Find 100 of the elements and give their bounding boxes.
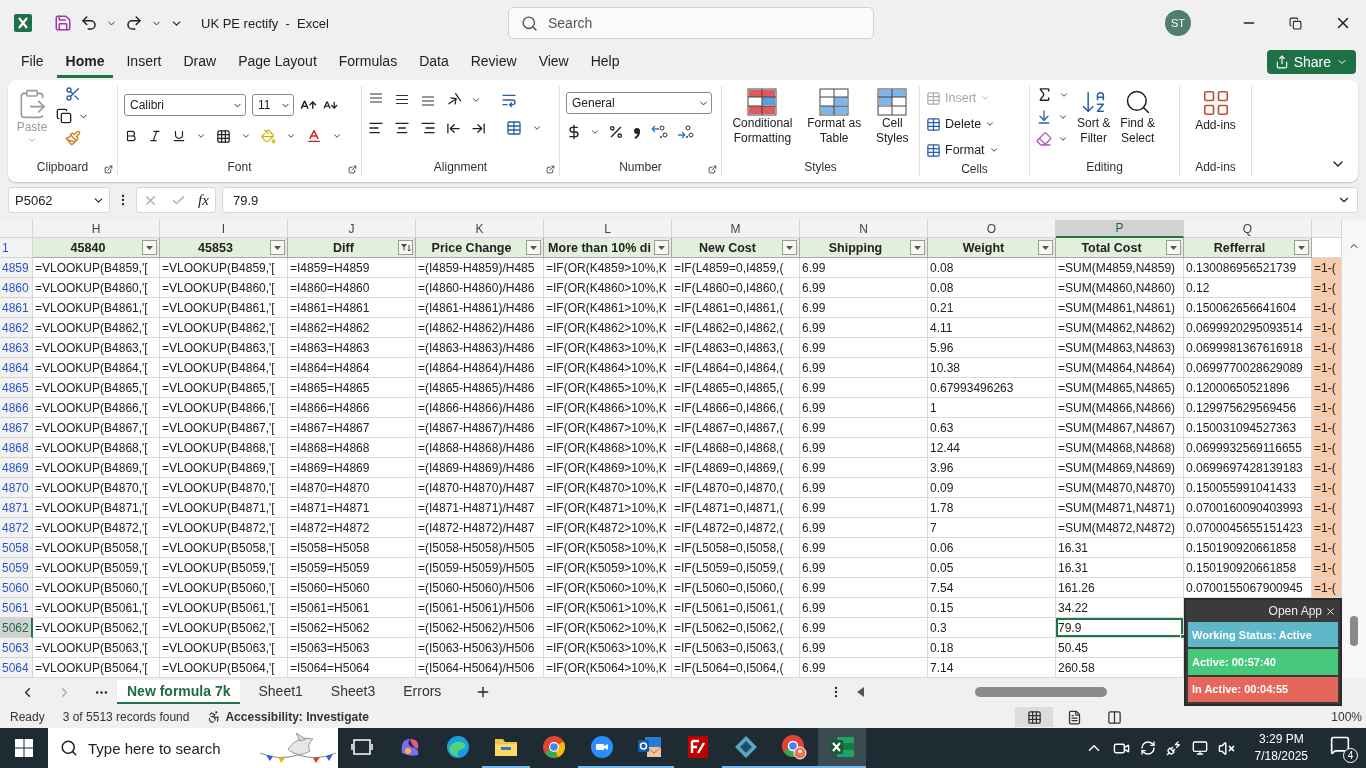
table-cell[interactable]: =VLOOKUP(B4866,'[ (33, 398, 160, 418)
table-cell[interactable]: 6.99 (800, 418, 928, 438)
table-cell[interactable]: =(I5064-H5064)/H506 (416, 658, 544, 678)
mute-icon[interactable] (1217, 739, 1235, 757)
italic-icon[interactable] (148, 129, 162, 143)
table-cell[interactable]: =VLOOKUP(B5058,'[ (160, 538, 288, 558)
table-cell[interactable]: =I4872=H4872 (288, 518, 416, 538)
table-cell[interactable]: =SUM(M4860,N4860) (1056, 278, 1184, 298)
sync-icon[interactable] (1139, 740, 1156, 756)
table-cell[interactable]: =I5063=H5063 (288, 638, 416, 658)
menu-tab[interactable]: Data (410, 46, 458, 78)
row-header[interactable]: 4872 (0, 518, 33, 538)
table-cell[interactable]: =SUM(M4867,N4867) (1056, 418, 1184, 438)
table-cell[interactable]: =VLOOKUP(B4863,'[ (160, 338, 288, 358)
table-cell[interactable]: =VLOOKUP(B4865,'[ (33, 378, 160, 398)
table-cell[interactable]: 0.12 (1184, 278, 1312, 298)
table-cell[interactable]: 6.99 (800, 438, 928, 458)
table-cell[interactable]: 6.99 (800, 618, 928, 638)
table-cell[interactable]: 0.0700045655151423 (1184, 518, 1312, 538)
wrap-text-icon[interactable] (501, 92, 517, 108)
table-cell[interactable]: =VLOOKUP(B4860,'[ (33, 278, 160, 298)
insert-function-button[interactable]: fx (197, 191, 209, 209)
column-header[interactable]: I (160, 220, 288, 238)
table-cell[interactable]: =IF(OR(K4861>10%,K (544, 298, 672, 318)
table-cell[interactable]: =IF(OR(K5060>10%,K (544, 578, 672, 598)
table-cell[interactable]: =1-( (1312, 538, 1342, 558)
editing-button[interactable]: Find & Select (1118, 86, 1158, 148)
task-view-icon[interactable] (351, 737, 373, 757)
table-cell[interactable]: 6.99 (800, 478, 928, 498)
row-header[interactable]: 4871 (0, 498, 33, 518)
table-cell[interactable]: =IF(L4860=0,I4860,( (672, 278, 800, 298)
table-cell[interactable]: 0.0700155067900945 (1184, 578, 1312, 598)
add-ins-button[interactable]: Add-ins (1193, 86, 1238, 135)
table-cell[interactable]: 0.12000650521896 (1184, 378, 1312, 398)
table-cell[interactable]: =VLOOKUP(B4865,'[ (160, 378, 288, 398)
table-cell[interactable]: 6.99 (800, 658, 928, 678)
table-cell[interactable]: =(I4864-H4864)/H486 (416, 358, 544, 378)
menu-tab[interactable]: Review (461, 46, 526, 78)
table-cell[interactable]: =VLOOKUP(B4864,'[ (160, 358, 288, 378)
number-format-field[interactable]: General (566, 92, 712, 114)
spreadsheet-app-icon[interactable] (829, 735, 855, 759)
table-cell[interactable]: =IF(OR(K4865>10%,K (544, 378, 672, 398)
normal-view-button[interactable] (1015, 707, 1054, 727)
table-cell[interactable]: =(I5058-H5058)/H505 (416, 538, 544, 558)
table-cell[interactable]: =VLOOKUP(B5063,'[ (33, 638, 160, 658)
table-cell[interactable]: =VLOOKUP(B5059,'[ (160, 558, 288, 578)
row-header[interactable]: 5059 (0, 558, 33, 578)
table-cell[interactable]: 6.99 (800, 358, 928, 378)
table-cell[interactable]: 0.150190920661858 (1184, 538, 1312, 558)
table-cell[interactable]: =I5064=H5064 (288, 658, 416, 678)
table-cell[interactable]: =VLOOKUP(B4859,'[ (33, 258, 160, 278)
table-cell[interactable]: =IF(OR(K5064>10%,K (544, 658, 672, 678)
table-cell[interactable]: 0.150062656641604 (1184, 298, 1312, 318)
filter-dropdown-icon[interactable] (654, 240, 669, 255)
table-cell[interactable]: =I4862=H4862 (288, 318, 416, 338)
table-cell[interactable]: 0.0699981367616918 (1184, 338, 1312, 358)
table-cell[interactable]: =SUM(M4872,N4872) (1056, 518, 1184, 538)
menu-tab[interactable]: Page Layout (229, 46, 326, 78)
font-color-icon[interactable] (306, 128, 322, 144)
menu-tab[interactable]: Help (581, 46, 629, 78)
sheet-tab[interactable]: Errors (393, 680, 452, 704)
table-cell[interactable]: 6.99 (800, 558, 928, 578)
table-cell[interactable]: =SUM(M4871,N4871) (1056, 498, 1184, 518)
filter-dropdown-icon[interactable] (142, 240, 157, 255)
table-cell[interactable]: =1-( (1312, 558, 1342, 578)
scrollbar-thumb[interactable] (975, 687, 1108, 697)
table-cell[interactable]: =VLOOKUP(B4871,'[ (160, 498, 288, 518)
dialog-launcher-icon[interactable] (348, 165, 357, 174)
mail-app-icon[interactable] (637, 735, 663, 759)
align-center-icon[interactable] (394, 120, 410, 136)
table-cell[interactable]: =1-( (1312, 338, 1342, 358)
styles-button[interactable]: Format as Table (805, 86, 864, 148)
column-header[interactable]: H (33, 220, 160, 238)
diamond-icon[interactable] (734, 735, 758, 759)
table-cell[interactable]: 0.150031094527363 (1184, 418, 1312, 438)
dialog-launcher-icon[interactable] (104, 165, 113, 174)
table-cell[interactable]: =VLOOKUP(B4868,'[ (33, 438, 160, 458)
caret-icon[interactable] (471, 95, 481, 105)
cells-button[interactable]: Format (926, 138, 999, 162)
table-cell[interactable]: 6.99 (800, 598, 928, 618)
row-header[interactable]: 4865 (0, 378, 33, 398)
table-cell[interactable]: =SUM(M4859,N4859) (1056, 258, 1184, 278)
table-cell[interactable]: =(I4860-H4860)/H486 (416, 278, 544, 298)
caret-icon[interactable] (1058, 112, 1068, 122)
table-cell[interactable]: =1-( (1312, 478, 1342, 498)
table-cell[interactable]: =(I4861-H4861)/H486 (416, 298, 544, 318)
table-cell[interactable]: =(I5059-H5059)/H505 (416, 558, 544, 578)
table-cell[interactable]: =(I5062-H5062)/H506 (416, 618, 544, 638)
table-cell[interactable]: =VLOOKUP(B4869,'[ (33, 458, 160, 478)
table-cell[interactable]: =SUM(M4864,N4864) (1056, 358, 1184, 378)
table-cell[interactable]: =VLOOKUP(B5062,'[ (33, 618, 160, 638)
column-header[interactable]: O (928, 220, 1056, 238)
column-header[interactable]: M (672, 220, 800, 238)
table-cell[interactable]: =1-( (1312, 278, 1342, 298)
table-cell[interactable]: =IF(OR(K4863>10%,K (544, 338, 672, 358)
table-cell[interactable]: =(I4870-H4870)/H487 (416, 478, 544, 498)
table-cell[interactable]: 0.0699697428139183 (1184, 458, 1312, 478)
filter-dropdown-icon[interactable] (526, 240, 541, 255)
table-cell[interactable]: 1.78 (928, 498, 1056, 518)
table-cell[interactable]: =I4866=H4866 (288, 398, 416, 418)
